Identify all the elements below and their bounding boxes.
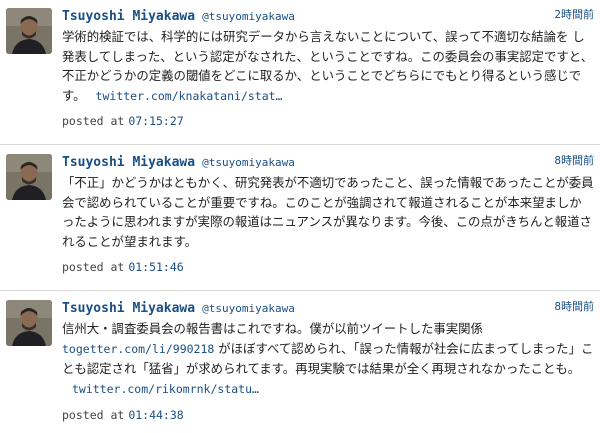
tweet-text: 学術的検証では、科学的には研究データから言えないことについて、誤って不適切な結論…: [62, 27, 594, 106]
link-wrap: twitter.com/knakatani/stat…: [96, 88, 283, 103]
posted-time[interactable]: 01:51:46: [128, 260, 183, 274]
posted-at: posted at 01:44:38: [62, 408, 184, 422]
relative-timestamp[interactable]: 8時間前: [554, 152, 594, 168]
avatar[interactable]: [6, 154, 52, 200]
tweet-timeline: Tsuyoshi Miyakawa @tsuyomiyakawa 2時間前 学術…: [0, 0, 600, 433]
display-name[interactable]: Tsuyoshi Miyakawa: [62, 301, 195, 316]
display-name[interactable]: Tsuyoshi Miyakawa: [62, 9, 195, 24]
tweet-divider: [0, 290, 600, 291]
avatar[interactable]: [6, 8, 52, 54]
tweet-text-before-link: 信州大・調査委員会の報告書はこれですね。僕が以前ツイートした事実関係: [62, 321, 483, 336]
tweet-inline-link[interactable]: togetter.com/li/990218: [62, 342, 214, 356]
screen-name[interactable]: @tsuyomiyakawa: [202, 10, 295, 23]
tweet-text: 「不正」かどうかはともかく、研究発表が不適切であったこと、誤った情報であったこと…: [62, 173, 594, 251]
tweet-link[interactable]: twitter.com/rikomrnk/statu…: [72, 382, 259, 396]
posted-at: posted at 07:15:27: [62, 114, 184, 128]
posted-at: posted at 01:51:46: [62, 260, 184, 274]
screen-name[interactable]: @tsuyomiyakawa: [202, 302, 295, 315]
link-wrap: twitter.com/rikomrnk/statu…: [72, 381, 259, 396]
relative-timestamp[interactable]: 8時間前: [554, 298, 594, 314]
tweet-link[interactable]: twitter.com/knakatani/stat…: [96, 89, 283, 103]
posted-label: posted at: [62, 260, 125, 274]
tweet-header: Tsuyoshi Miyakawa @tsuyomiyakawa 8時間前: [62, 151, 594, 170]
posted-label: posted at: [62, 408, 125, 422]
tweet-divider: [0, 144, 600, 145]
screen-name[interactable]: @tsuyomiyakawa: [202, 156, 295, 169]
avatar[interactable]: [6, 300, 52, 346]
posted-time[interactable]: 01:44:38: [128, 408, 183, 422]
tweet-header: Tsuyoshi Miyakawa @tsuyomiyakawa 2時間前: [62, 5, 594, 24]
posted-time[interactable]: 07:15:27: [128, 114, 183, 128]
display-name[interactable]: Tsuyoshi Miyakawa: [62, 155, 195, 170]
tweet-text: 信州大・調査委員会の報告書はこれですね。僕が以前ツイートした事実関係 togett…: [62, 319, 594, 399]
tweet-header: Tsuyoshi Miyakawa @tsuyomiyakawa 8時間前: [62, 297, 594, 316]
tweet-item: Tsuyoshi Miyakawa @tsuyomiyakawa 8時間前 「不…: [0, 146, 600, 290]
posted-label: posted at: [62, 114, 125, 128]
relative-timestamp[interactable]: 2時間前: [554, 6, 594, 22]
tweet-item: Tsuyoshi Miyakawa @tsuyomiyakawa 2時間前 学術…: [0, 0, 600, 144]
tweet-text-content: 「不正」かどうかはともかく、研究発表が不適切であったこと、誤った情報であったこと…: [62, 175, 594, 249]
tweet-item: Tsuyoshi Miyakawa @tsuyomiyakawa 8時間前 信州…: [0, 292, 600, 433]
